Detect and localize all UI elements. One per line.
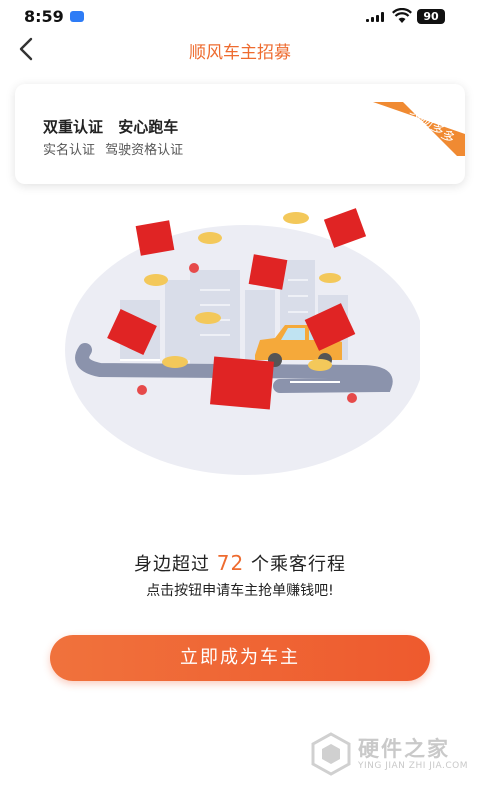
verification-card: 双重认证 安心跑车 实名认证 驾驶资格认证 奖励多多	[15, 84, 465, 184]
become-driver-button[interactable]: 立即成为车主	[50, 635, 430, 681]
card-headline: 双重认证 安心跑车	[43, 118, 179, 136]
page-title: 顺风车主招募	[189, 43, 291, 63]
red-packet-car-illustration	[65, 208, 420, 475]
status-bar: 8:59 90	[0, 0, 480, 34]
promo-suffix: 个乘客行程	[250, 554, 346, 575]
watermark-url: YING JIAN ZHI JIA.COM	[358, 761, 469, 771]
battery-icon: 90	[417, 9, 445, 24]
app-indicator-icon	[70, 11, 84, 22]
watermark-name: 硬件之家	[358, 737, 450, 761]
watermark: 硬件之家 YING JIAN ZHI JIA.COM	[310, 730, 470, 780]
passenger-count-line: 身边超过 72 个乘客行程	[0, 550, 480, 576]
promo-subtext: 点击按钮申请车主抢单赚钱吧!	[146, 583, 334, 599]
wifi-icon	[392, 8, 412, 23]
passenger-count: 72	[216, 551, 245, 575]
promo-prefix: 身边超过	[134, 554, 211, 575]
status-time: 8:59	[24, 7, 64, 26]
nav-bar: 顺风车主招募	[0, 34, 480, 64]
card-subline: 实名认证 驾驶资格认证	[43, 143, 184, 158]
watermark-logo-icon	[311, 732, 351, 776]
reward-ribbon: 奖励多多	[370, 102, 465, 156]
signal-icon	[366, 12, 386, 22]
